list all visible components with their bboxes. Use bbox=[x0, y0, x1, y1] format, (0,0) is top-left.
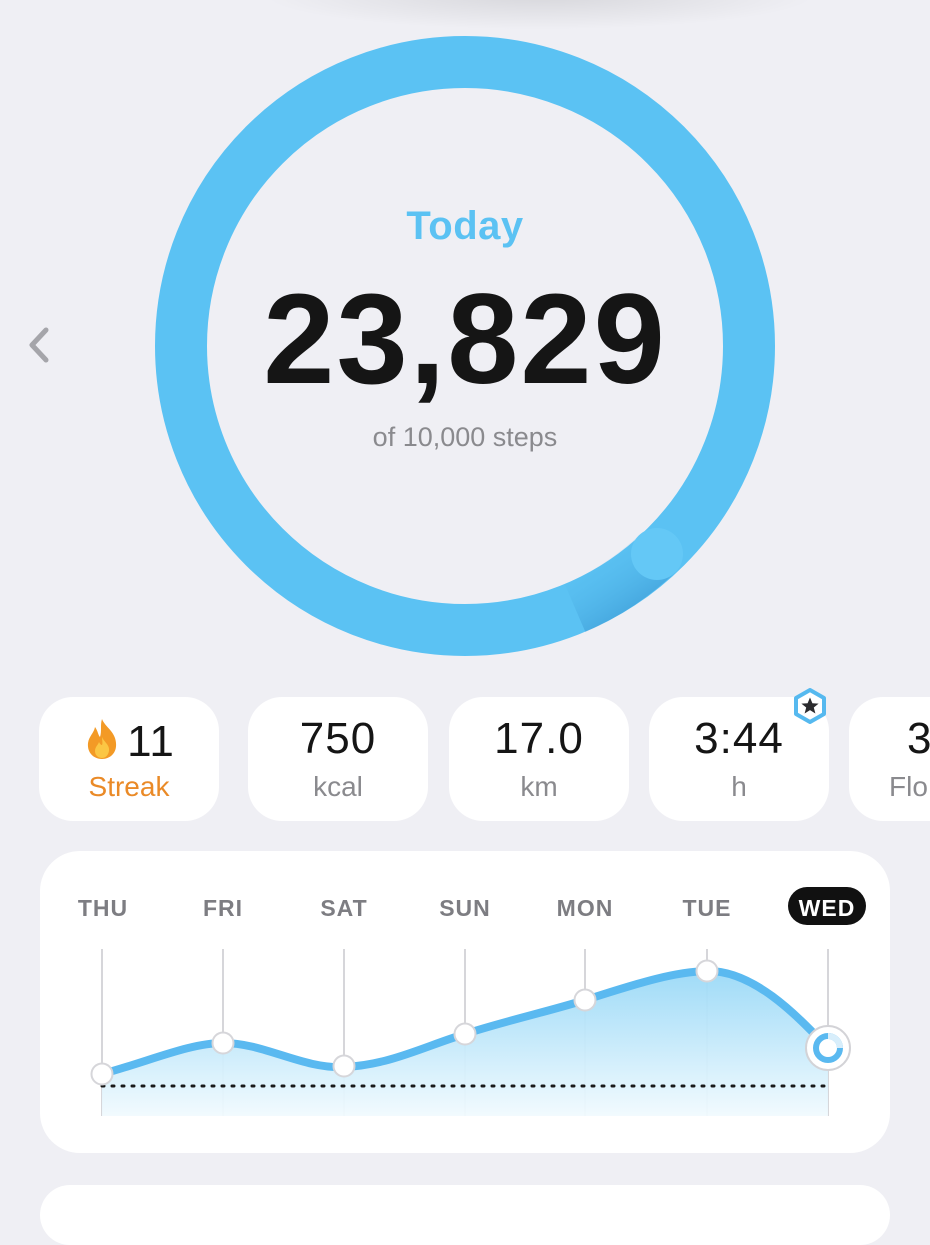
stat-label-floors: Flo bbox=[889, 771, 928, 802]
stats-row[interactable]: 11 Streak 750 kcal 17.0 km 3:44 h 3 Flo bbox=[0, 697, 930, 821]
stat-value-streak: 11 bbox=[39, 717, 219, 764]
stat-card-streak[interactable]: 11 Streak bbox=[39, 697, 219, 821]
step-goal: of 10,000 steps bbox=[372, 422, 558, 452]
chart-point-wed bbox=[805, 1025, 851, 1071]
stat-label-kcal: kcal bbox=[313, 771, 363, 802]
stat-label-time: h bbox=[731, 771, 747, 802]
stat-label-distance: km bbox=[520, 771, 558, 802]
chart-point-fri bbox=[211, 1031, 235, 1055]
stat-value-kcal: 750 bbox=[299, 714, 377, 763]
star-badge-icon bbox=[792, 688, 828, 724]
weekly-steps-chart bbox=[90, 949, 851, 1116]
chart-point-tue bbox=[695, 959, 719, 983]
next-card bbox=[40, 1185, 890, 1245]
chart-point-sat bbox=[332, 1054, 356, 1078]
top-shadow bbox=[260, 0, 820, 30]
chevron-left-icon bbox=[29, 327, 49, 363]
stat-card-floors[interactable]: 3 Flo bbox=[849, 697, 930, 821]
chart-point-mon bbox=[573, 988, 597, 1012]
stat-label-streak: Streak bbox=[88, 771, 170, 802]
steps-progress-ring[interactable]: Today 23,829 of 10,000 steps bbox=[155, 36, 775, 656]
stat-value-floors: 3 bbox=[907, 714, 930, 763]
chart-point-thu bbox=[90, 1062, 114, 1086]
previous-day-button[interactable] bbox=[26, 322, 56, 368]
stat-streak-value: 11 bbox=[127, 717, 175, 766]
stat-card-distance[interactable]: 17.0 km bbox=[449, 697, 629, 821]
period-label[interactable]: Today bbox=[155, 204, 775, 249]
weekly-chart-card[interactable]: THU FRI SAT SUN MON TUE WED bbox=[40, 851, 890, 1153]
chart-point-sun bbox=[453, 1022, 477, 1046]
stat-card-kcal[interactable]: 750 kcal bbox=[248, 697, 428, 821]
flame-icon bbox=[88, 719, 117, 759]
ring-center: Today 23,829 of 10,000 steps bbox=[155, 36, 775, 656]
stat-value-distance: 17.0 bbox=[494, 714, 584, 763]
step-count: 23,829 bbox=[263, 268, 667, 411]
